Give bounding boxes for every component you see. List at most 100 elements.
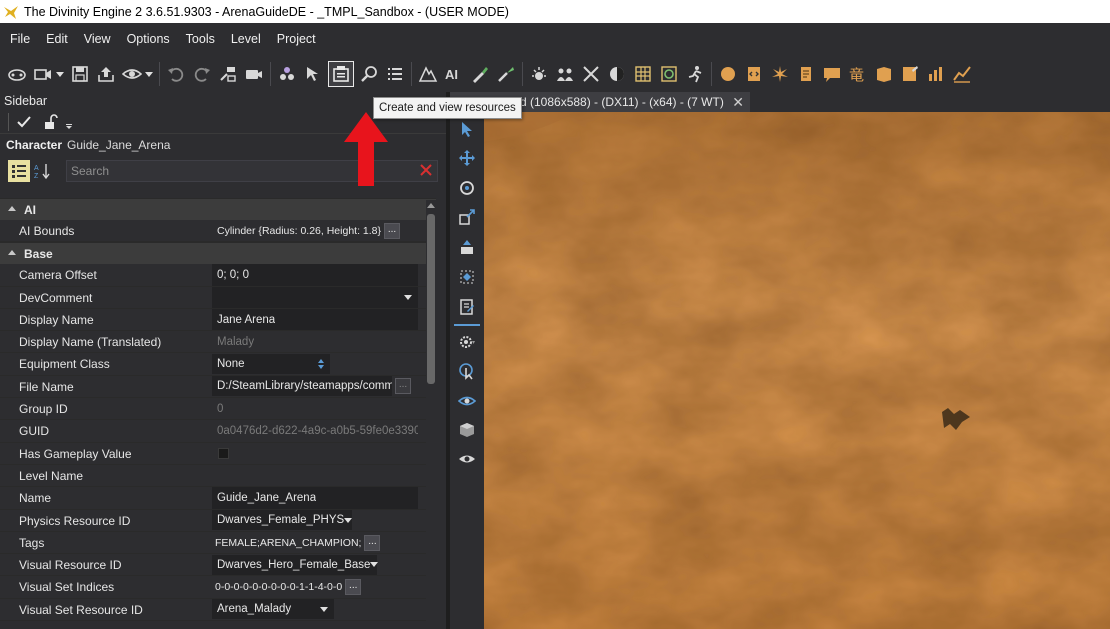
explosion-icon[interactable] — [769, 63, 791, 85]
camera-dropdown-arrow-icon[interactable] — [56, 71, 64, 77]
scroll-icon[interactable] — [795, 63, 817, 85]
property-value-visual-resource-id[interactable]: Dwarves_Hero_Female_Base — [212, 554, 418, 575]
dropdown-arrow-icon[interactable] — [320, 606, 328, 612]
property-value-level-name[interactable] — [212, 465, 418, 486]
scroll-up-arrow-icon[interactable] — [427, 203, 435, 208]
camera-icon[interactable] — [32, 63, 54, 85]
build-icon[interactable] — [217, 63, 239, 85]
toolbar-overflow-icon[interactable] — [65, 111, 73, 133]
list-icon[interactable] — [384, 63, 406, 85]
save-icon[interactable] — [69, 63, 91, 85]
crossed-swords-icon[interactable] — [580, 63, 602, 85]
spinner-arrows-icon[interactable] — [318, 359, 324, 370]
visual-set-resource-combo[interactable]: Arena_Malady — [212, 599, 334, 620]
snap-to-grid-icon[interactable] — [454, 266, 480, 288]
clear-search-icon[interactable] — [419, 163, 433, 180]
target-icon[interactable] — [658, 63, 680, 85]
visibility-eye-icon[interactable] — [454, 390, 480, 412]
section-ai-header[interactable]: AI — [0, 198, 436, 220]
script-icon[interactable] — [743, 63, 765, 85]
dropdown-arrow-icon[interactable] — [404, 294, 412, 300]
menu-edit[interactable]: Edit — [38, 23, 76, 56]
game-controller-icon[interactable] — [6, 63, 28, 85]
menu-level[interactable]: Level — [223, 23, 269, 56]
checkmark-icon[interactable] — [13, 111, 35, 133]
select-filter-icon[interactable] — [454, 360, 480, 382]
equipment-class-combo[interactable]: None — [212, 354, 330, 375]
move-icon[interactable] — [454, 147, 480, 169]
dropdown-arrow-icon[interactable] — [344, 517, 353, 523]
eye-icon[interactable] — [121, 63, 143, 85]
menu-view[interactable]: View — [76, 23, 119, 56]
cube-icon[interactable] — [454, 419, 480, 441]
edit-indices-ellipsis-button[interactable]: ... — [345, 579, 362, 596]
export-icon[interactable] — [95, 63, 117, 85]
property-value-physics-resource-id[interactable]: Dwarves_Female_PHYS — [212, 510, 418, 531]
menu-file[interactable]: File — [2, 23, 38, 56]
dropdown-arrow-icon[interactable] — [370, 562, 379, 568]
brush-icon[interactable] — [495, 63, 517, 85]
browse-ellipsis-button[interactable]: ... — [395, 378, 411, 395]
line-chart-icon[interactable] — [951, 63, 973, 85]
has-gameplay-value-checkbox[interactable] — [218, 447, 229, 459]
kanji-icon[interactable]: 竜 — [847, 63, 869, 85]
video-camera-icon[interactable] — [243, 63, 265, 85]
sort-alphabetical-icon[interactable]: AZ — [32, 160, 54, 182]
resource-manager-icon[interactable] — [328, 61, 354, 87]
redo-icon[interactable] — [191, 63, 213, 85]
render-eye-icon[interactable] — [454, 448, 480, 470]
scrollbar-thumb[interactable] — [427, 214, 435, 384]
close-icon[interactable]: ✕ — [732, 94, 744, 111]
property-value-display-name[interactable]: Jane Arena — [212, 308, 418, 331]
property-value-tags[interactable]: FEMALE;ARENA_CHAMPION; ... — [212, 532, 418, 553]
categorized-view-icon[interactable] — [8, 160, 30, 182]
edit-ellipsis-button[interactable]: ... — [384, 222, 401, 239]
characters-icon[interactable] — [554, 63, 576, 85]
half-face-icon[interactable] — [606, 63, 628, 85]
select-tool-icon[interactable] — [302, 63, 324, 85]
property-value-name[interactable]: Guide_Jane_Arena — [212, 487, 418, 509]
property-value-file-name[interactable]: D:/SteamLibrary/steamapps/commo ... — [212, 376, 418, 397]
grid-icon[interactable] — [632, 63, 654, 85]
visual-resource-combo[interactable]: Dwarves_Hero_Female_Base — [212, 554, 379, 575]
book-icon[interactable] — [873, 63, 895, 85]
clipboard-edit-icon[interactable] — [454, 296, 480, 318]
menu-tools[interactable]: Tools — [178, 23, 223, 56]
property-value-camera-offset[interactable]: 0; 0; 0 — [212, 264, 418, 286]
property-value-devcomment[interactable] — [212, 286, 418, 308]
undo-icon[interactable] — [165, 63, 187, 85]
window-title: The Divinity Engine 2 3.6.51.9303 - Aren… — [24, 4, 509, 19]
file-name-field[interactable]: D:/SteamLibrary/steamapps/commo — [212, 376, 392, 397]
collapse-triangle-icon[interactable] — [8, 206, 16, 211]
search-icon[interactable] — [358, 63, 380, 85]
unlock-icon[interactable] — [39, 111, 61, 133]
dialog-icon[interactable] — [821, 63, 843, 85]
menu-project[interactable]: Project — [269, 23, 324, 56]
property-grid-scrollbar[interactable] — [426, 200, 436, 629]
running-figure-icon[interactable] — [684, 63, 706, 85]
section-base-header[interactable]: Base — [0, 242, 436, 265]
sphere-icon[interactable] — [717, 63, 739, 85]
terrain-icon[interactable] — [417, 63, 439, 85]
property-value-equipment-class[interactable]: None — [212, 353, 418, 375]
select-arrow-icon[interactable] — [454, 118, 480, 140]
physics-resource-combo[interactable]: Dwarves_Female_PHYS — [212, 510, 353, 531]
ai-icon[interactable]: AI — [443, 63, 465, 85]
rotate-icon[interactable] — [454, 177, 480, 199]
settings-gear-icon[interactable] — [454, 331, 480, 353]
journal-icon[interactable] — [899, 63, 921, 85]
transform-gizmo-icon[interactable] — [454, 236, 480, 258]
property-value-visual-set-resource-id[interactable]: Arena_Malady — [212, 599, 418, 620]
bar-chart-icon[interactable] — [925, 63, 947, 85]
scale-icon[interactable] — [454, 206, 480, 228]
collapse-triangle-icon[interactable] — [8, 250, 16, 256]
3d-viewport[interactable] — [484, 112, 1110, 629]
edit-tags-ellipsis-button[interactable]: ... — [364, 534, 381, 551]
lighting-icon[interactable] — [528, 63, 550, 85]
objects-icon[interactable] — [276, 63, 298, 85]
menu-options[interactable]: Options — [119, 23, 178, 56]
property-value-ai-bounds[interactable]: Cylinder {Radius: 0.26, Height: 1.8} ... — [212, 220, 418, 241]
property-value-visual-set-indices[interactable]: 0-0-0-0-0-0-0-0-0-1-1-4-0-0 ... — [212, 576, 418, 597]
eye-dropdown-arrow-icon[interactable] — [145, 71, 153, 77]
paint-icon[interactable] — [469, 63, 491, 85]
